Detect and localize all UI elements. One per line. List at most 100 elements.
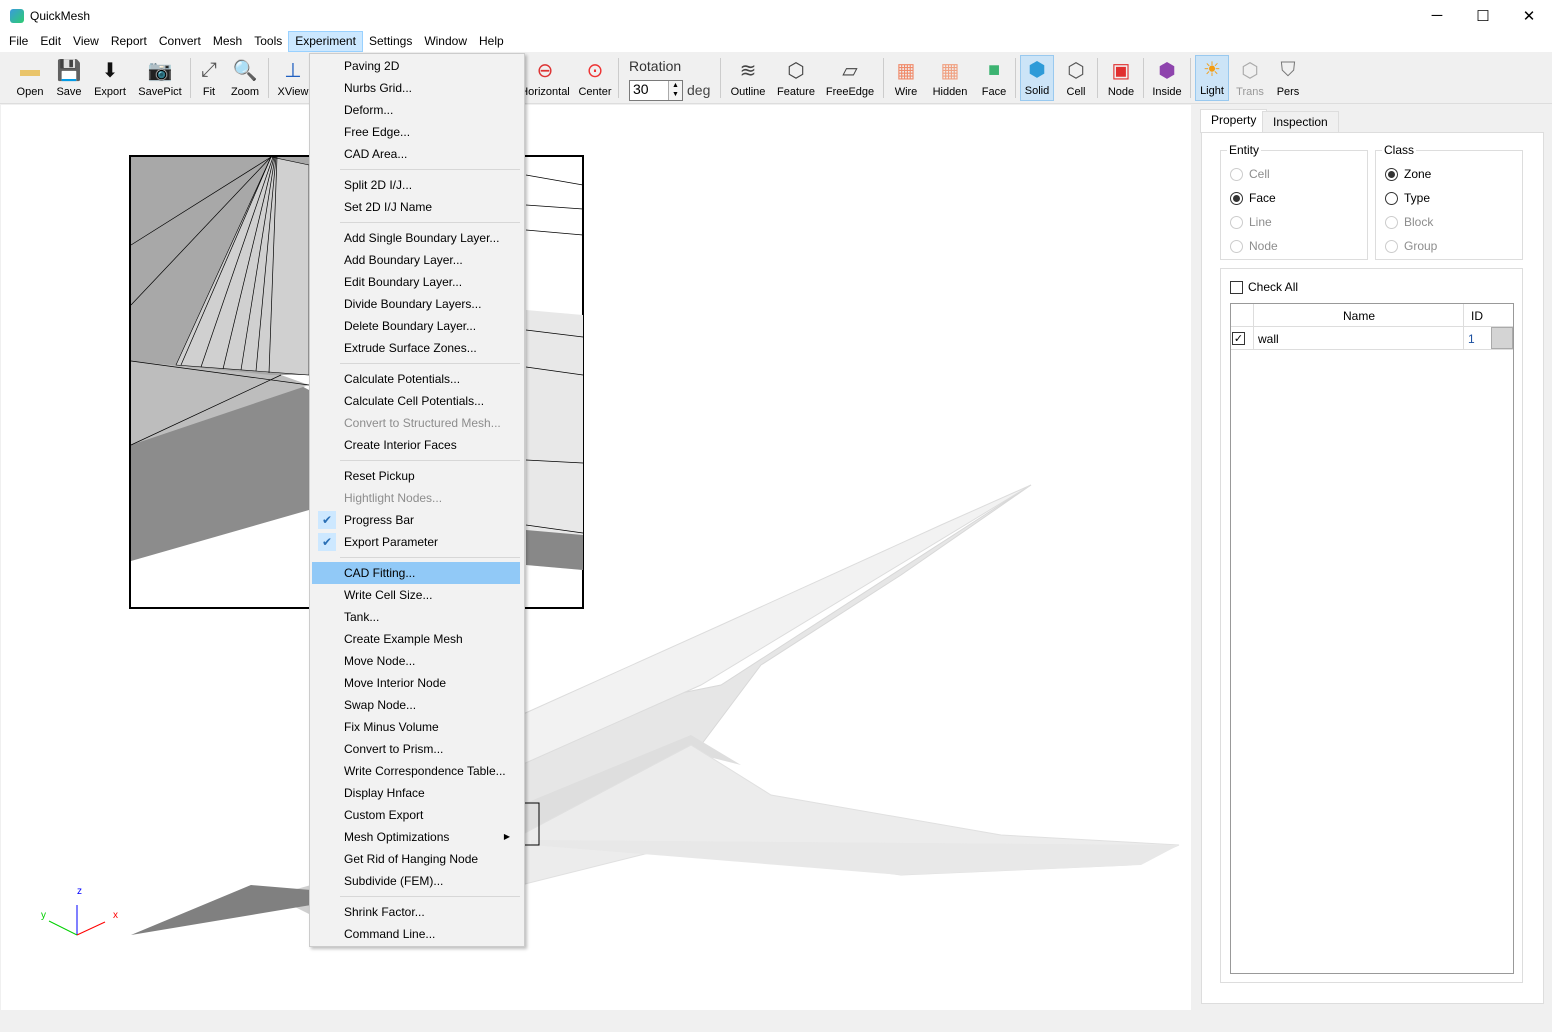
menu-view[interactable]: View bbox=[67, 31, 105, 52]
menu-file[interactable]: File bbox=[3, 31, 34, 52]
radio-empty-icon bbox=[1230, 239, 1243, 253]
menu-item[interactable]: Calculate Potentials... bbox=[312, 368, 520, 390]
toolbar-cell-button[interactable]: ⬡ Cell bbox=[1058, 55, 1094, 101]
menu-item[interactable]: Create Example Mesh bbox=[312, 628, 520, 650]
menu-item[interactable]: Set 2D I/J Name bbox=[312, 196, 520, 218]
menu-item[interactable]: Hightlight Nodes... bbox=[312, 487, 520, 509]
minimize-button[interactable]: ─ bbox=[1414, 0, 1460, 31]
tab-inspection[interactable]: Inspection bbox=[1262, 111, 1339, 133]
toolbar-outline-button[interactable]: ≋ Outline bbox=[728, 55, 768, 101]
toolbar-separator bbox=[883, 58, 884, 98]
menu-item[interactable]: Free Edge... bbox=[312, 121, 520, 143]
toolbar-trans-button[interactable]: ⬡ Trans bbox=[1232, 55, 1268, 101]
menu-convert[interactable]: Convert bbox=[153, 31, 207, 52]
menu-item[interactable]: Convert to Prism... bbox=[312, 738, 520, 760]
radio-type[interactable]: Type bbox=[1385, 191, 1430, 205]
menu-experiment[interactable]: Experiment bbox=[288, 31, 363, 52]
menu-item[interactable]: Paving 2D bbox=[312, 55, 520, 77]
radio-group[interactable]: Group bbox=[1385, 239, 1437, 253]
menu-item[interactable]: Get Rid of Hanging Node bbox=[312, 848, 520, 870]
menu-item[interactable]: Reset Pickup bbox=[312, 465, 520, 487]
toolbar-open-button[interactable]: ▬ Open bbox=[10, 55, 50, 101]
radio-zone[interactable]: Zone bbox=[1385, 167, 1431, 181]
toolbar-horizontal-button[interactable]: ⊖ Horizontal bbox=[520, 55, 570, 101]
menu-item[interactable]: Deform... bbox=[312, 99, 520, 121]
toolbar-freeedge-button[interactable]: ▱ FreeEdge bbox=[824, 55, 876, 101]
header-id[interactable]: ID bbox=[1471, 309, 1483, 323]
menu-settings[interactable]: Settings bbox=[363, 31, 418, 52]
radio-node[interactable]: Node bbox=[1230, 239, 1278, 253]
header-name[interactable]: Name bbox=[1343, 309, 1375, 323]
maximize-button[interactable]: ☐ bbox=[1460, 0, 1506, 31]
menu-item[interactable]: Move Node... bbox=[312, 650, 520, 672]
menu-item[interactable]: Move Interior Node bbox=[312, 672, 520, 694]
menu-help[interactable]: Help bbox=[473, 31, 510, 52]
menu-tools[interactable]: Tools bbox=[248, 31, 288, 52]
close-button[interactable]: ✕ bbox=[1506, 0, 1552, 31]
check-all-box[interactable] bbox=[1230, 280, 1243, 294]
menu-item[interactable]: Subdivide (FEM)... bbox=[312, 870, 520, 892]
menu-item[interactable]: Delete Boundary Layer... bbox=[312, 315, 520, 337]
toolbar-face-button[interactable]: ■ Face bbox=[976, 55, 1012, 101]
menu-item[interactable]: Calculate Cell Potentials... bbox=[312, 390, 520, 412]
rotation-spinner[interactable]: ▲ ▼ bbox=[668, 81, 682, 100]
menu-item[interactable]: Extrude Surface Zones... bbox=[312, 337, 520, 359]
menu-item[interactable]: Create Interior Faces bbox=[312, 434, 520, 456]
toolbar-light-button[interactable]: ☀ Light bbox=[1195, 55, 1229, 101]
radio-cell[interactable]: Cell bbox=[1230, 167, 1270, 181]
menu-item[interactable]: Nurbs Grid... bbox=[312, 77, 520, 99]
toolbar-feature-button[interactable]: ⬡ Feature bbox=[774, 55, 818, 101]
tab-property[interactable]: Property bbox=[1200, 109, 1268, 133]
toolbar-hidden-button[interactable]: ▦ Hidden bbox=[930, 55, 970, 101]
menu-item[interactable]: Shrink Factor... bbox=[312, 901, 520, 923]
radio-line[interactable]: Line bbox=[1230, 215, 1272, 229]
toolbar-export-button[interactable]: ⬇ Export bbox=[90, 55, 130, 101]
toolbar-solid-button[interactable]: ⬢ Solid bbox=[1020, 55, 1054, 101]
menu-item-label: Add Single Boundary Layer... bbox=[344, 231, 500, 245]
inset-mesh bbox=[526, 530, 583, 570]
row-checkbox[interactable]: ✓ bbox=[1232, 332, 1245, 345]
toolbar-xview-button[interactable]: ⊥ XView bbox=[274, 55, 312, 101]
cell-label: Cell bbox=[1249, 167, 1270, 181]
radio-face[interactable]: Face bbox=[1230, 191, 1276, 205]
menu-item[interactable]: Add Boundary Layer... bbox=[312, 249, 520, 271]
table-header: Name ID bbox=[1231, 304, 1513, 350]
check-all-checkbox[interactable]: Check All bbox=[1230, 280, 1298, 294]
toolbar-savepict-button[interactable]: 📷 SavePict bbox=[136, 55, 184, 101]
toolbar-save-button[interactable]: 💾 Save bbox=[52, 55, 86, 101]
toolbar-pers-button[interactable]: ⛉ Pers bbox=[1270, 55, 1306, 101]
toolbar-wire-button[interactable]: ▦ Wire bbox=[888, 55, 924, 101]
menu-item[interactable]: Edit Boundary Layer... bbox=[312, 271, 520, 293]
menu-item[interactable]: Fix Minus Volume bbox=[312, 716, 520, 738]
menu-item[interactable]: ✔ Progress Bar bbox=[312, 509, 520, 531]
toolbar-center-button[interactable]: ⊙ Center bbox=[575, 55, 615, 101]
menu-item[interactable]: CAD Fitting... bbox=[312, 562, 520, 584]
menu-item[interactable]: Display Hnface bbox=[312, 782, 520, 804]
menu-item[interactable]: Mesh Optimizations ▶ bbox=[312, 826, 520, 848]
table-row[interactable]: ✓ wall 1 bbox=[1231, 327, 1513, 350]
toolbar-fit-button[interactable]: ⤢ Fit bbox=[195, 55, 223, 101]
menu-mesh[interactable]: Mesh bbox=[207, 31, 248, 52]
menu-item[interactable]: Custom Export bbox=[312, 804, 520, 826]
menu-edit[interactable]: Edit bbox=[34, 31, 67, 52]
3d-viewport[interactable]: z x y bbox=[1, 105, 1191, 1010]
menu-item[interactable]: CAD Area... bbox=[312, 143, 520, 165]
radio-block[interactable]: Block bbox=[1385, 215, 1433, 229]
menu-item[interactable]: ✔ Export Parameter bbox=[312, 531, 520, 553]
menu-report[interactable]: Report bbox=[105, 31, 153, 52]
menu-item[interactable]: Convert to Structured Mesh... bbox=[312, 412, 520, 434]
toolbar-node-button[interactable]: ▣ Node bbox=[1102, 55, 1140, 101]
menu-item[interactable]: Tank... bbox=[312, 606, 520, 628]
toolbar-inside-button[interactable]: ⬢ Inside bbox=[1148, 55, 1186, 101]
menu-item[interactable]: Command Line... bbox=[312, 923, 520, 945]
menu-item[interactable]: Write Cell Size... bbox=[312, 584, 520, 606]
row-scroll-thumb[interactable] bbox=[1491, 327, 1513, 349]
menu-item[interactable]: Swap Node... bbox=[312, 694, 520, 716]
menu-window[interactable]: Window bbox=[418, 31, 473, 52]
menu-item[interactable]: Write Correspondence Table... bbox=[312, 760, 520, 782]
menu-item[interactable]: Add Single Boundary Layer... bbox=[312, 227, 520, 249]
mesh-view[interactable]: z x y bbox=[1, 105, 1191, 1010]
menu-item[interactable]: Divide Boundary Layers... bbox=[312, 293, 520, 315]
menu-item[interactable]: Split 2D I/J... bbox=[312, 174, 520, 196]
toolbar-zoom-button[interactable]: 🔍 Zoom bbox=[229, 55, 261, 101]
